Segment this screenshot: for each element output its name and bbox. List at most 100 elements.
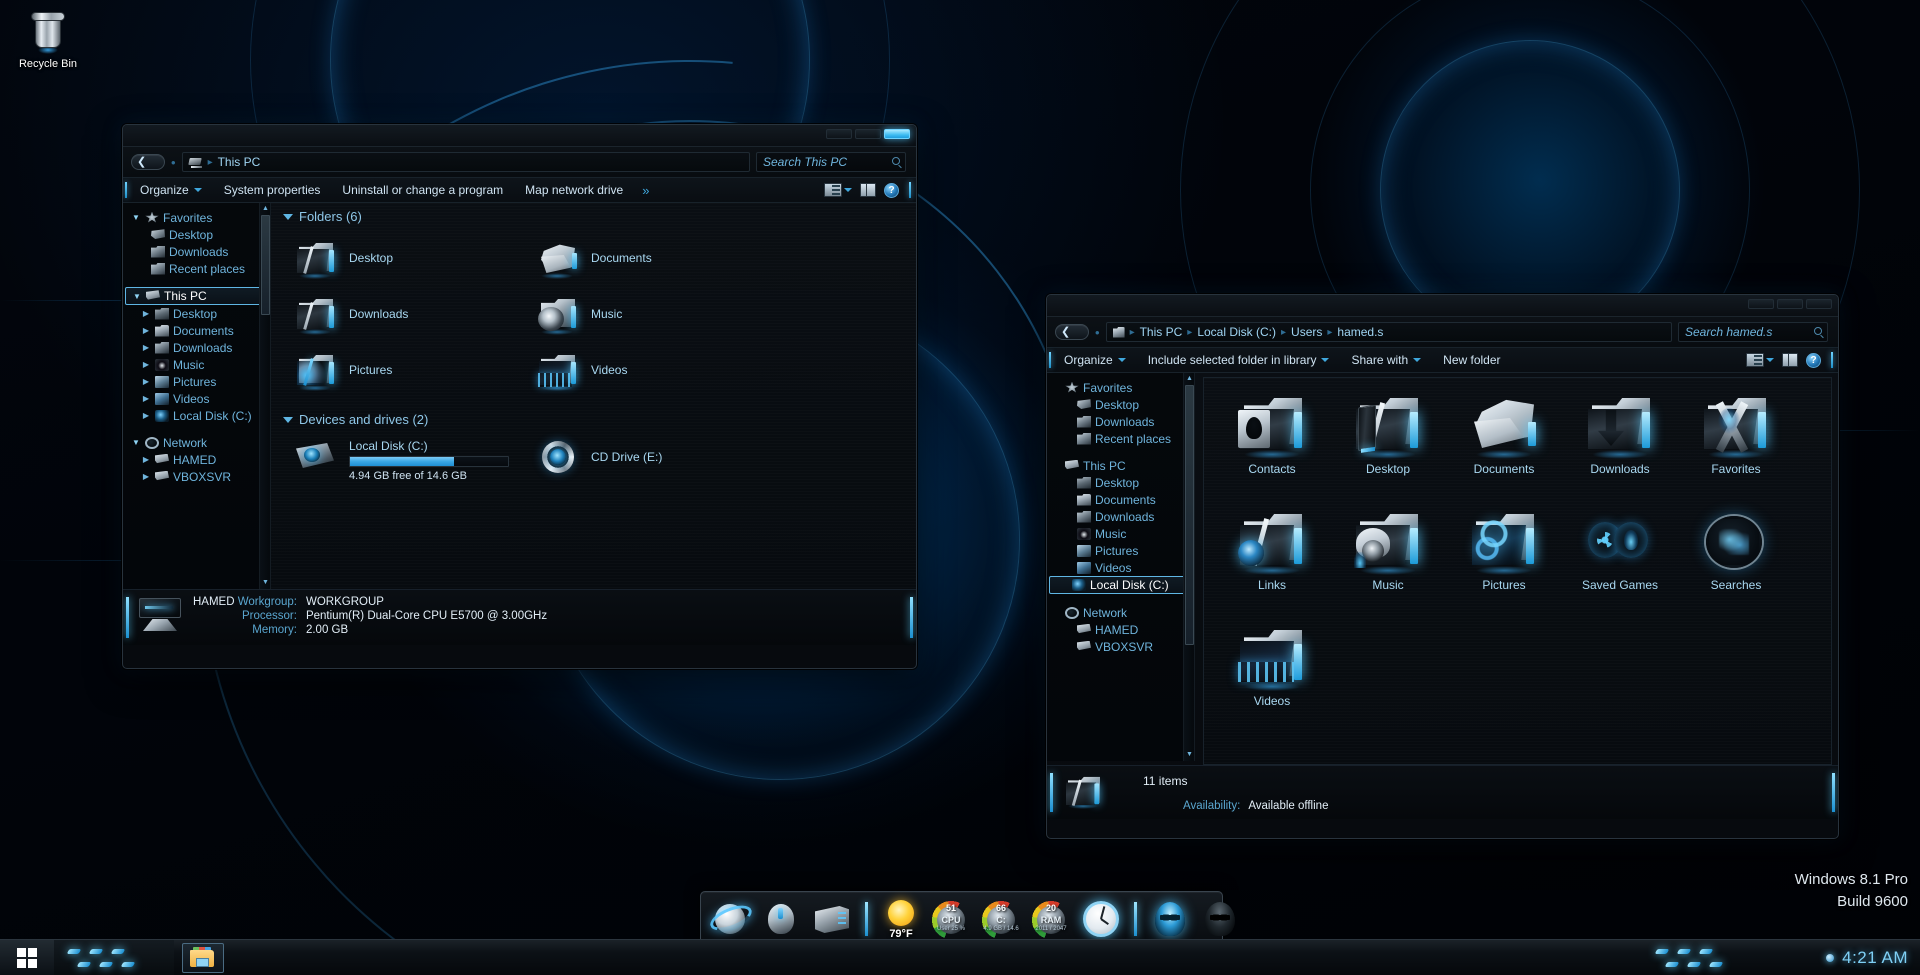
nav-item-desktop[interactable]: ▶ Desktop xyxy=(123,305,270,322)
nav-item-fav-desktop[interactable]: Desktop xyxy=(123,226,270,243)
item-contacts[interactable]: Contacts xyxy=(1214,388,1330,504)
nav-item-music[interactable]: Music xyxy=(1047,525,1194,542)
nav-item-downloads[interactable]: Downloads xyxy=(1047,508,1194,525)
preview-pane-icon[interactable] xyxy=(1782,353,1798,367)
nav-item-documents[interactable]: Documents xyxy=(1047,491,1194,508)
breadcrumb-item-this-pc[interactable]: This PC xyxy=(1140,325,1183,339)
chevron-down-icon[interactable] xyxy=(844,188,852,192)
breadcrumb-item[interactable]: This PC xyxy=(218,155,261,169)
folder-tile-videos[interactable]: Videos xyxy=(537,342,779,398)
item-documents[interactable]: Documents xyxy=(1446,388,1562,504)
nav-header-network[interactable]: Network xyxy=(1047,604,1194,621)
item-searches[interactable]: Searches xyxy=(1678,504,1794,620)
item-pictures[interactable]: Pictures xyxy=(1446,504,1562,620)
dock-widget-ram-gauge[interactable]: 20 RAM 2011 / 2047 xyxy=(1028,896,1074,942)
breadcrumb-item-users[interactable]: Users xyxy=(1291,325,1322,339)
nav-item-hamed[interactable]: HAMED xyxy=(1047,621,1194,638)
nav-item-fav-downloads[interactable]: Downloads xyxy=(123,243,270,260)
folder-tile-pictures[interactable]: Pictures xyxy=(295,342,537,398)
chevron-down-icon[interactable] xyxy=(1766,358,1774,362)
nav-header-favorites[interactable]: ▼ Favorites xyxy=(123,209,270,226)
new-folder-button[interactable]: New folder xyxy=(1432,348,1511,372)
dock-item-mouse[interactable] xyxy=(759,896,805,942)
dock-item-orbit[interactable] xyxy=(706,896,756,942)
item-videos[interactable]: Videos xyxy=(1214,620,1330,736)
chevron-right-icon[interactable]: ▶ xyxy=(141,411,151,420)
explorer-window-this-pc[interactable]: • ▸ This PC Search This PC Organize Syst… xyxy=(122,124,917,669)
close-button[interactable] xyxy=(884,129,910,139)
nav-header-favorites[interactable]: Favorites xyxy=(1047,379,1194,396)
share-with-button[interactable]: Share with xyxy=(1340,348,1432,372)
navigation-pane-hamed-s[interactable]: Favorites Desktop Downloads Recent place… xyxy=(1047,373,1195,761)
chevron-right-icon[interactable]: ▶ xyxy=(141,455,151,464)
scroll-up-arrow-icon[interactable]: ▲ xyxy=(261,204,270,214)
nav-header-network[interactable]: ▼ Network xyxy=(123,434,270,451)
organize-button[interactable]: Organize xyxy=(1053,348,1137,372)
breadcrumb-item-local-disk[interactable]: Local Disk (C:) xyxy=(1197,325,1276,339)
titlebar-this-pc[interactable] xyxy=(123,125,916,147)
nav-item-desktop[interactable]: Desktop xyxy=(1047,474,1194,491)
nav-item-videos[interactable]: Videos xyxy=(1047,559,1194,576)
item-links[interactable]: Links xyxy=(1214,504,1330,620)
nav-header-this-pc[interactable]: This PC xyxy=(1047,457,1194,474)
view-options-icon[interactable] xyxy=(1746,353,1764,367)
dock-item-drives[interactable] xyxy=(809,896,855,942)
dock-widget-cpu-gauge[interactable]: 51 CPU User 25 % xyxy=(928,896,974,942)
nav-item-local-disk-c[interactable]: ▶ Local Disk (C:) xyxy=(123,407,270,424)
item-downloads[interactable]: Downloads xyxy=(1562,388,1678,504)
help-icon[interactable]: ? xyxy=(1806,352,1821,368)
dock-item-alienware-dark[interactable] xyxy=(1197,896,1243,942)
collapse-triangle-icon[interactable] xyxy=(283,416,293,423)
chevron-right-icon[interactable]: ▶ xyxy=(141,326,151,335)
uninstall-program-button[interactable]: Uninstall or change a program xyxy=(331,178,514,202)
address-bar-this-pc[interactable]: ▸ This PC xyxy=(181,152,750,172)
nav-item-fav-downloads[interactable]: Downloads xyxy=(1047,413,1194,430)
chevron-right-icon[interactable]: ▶ xyxy=(141,377,151,386)
item-music[interactable]: Music xyxy=(1330,504,1446,620)
nav-item-vboxsvr[interactable]: VBOXSVR xyxy=(1047,638,1194,655)
scroll-down-arrow-icon[interactable]: ▼ xyxy=(1185,750,1194,760)
nav-pane-scrollbar[interactable]: ▲ ▼ xyxy=(1183,373,1194,761)
chevron-right-icon[interactable]: ▶ xyxy=(141,472,151,481)
item-saved-games[interactable]: Saved Games xyxy=(1562,504,1678,620)
dock-item-alienware-blue[interactable] xyxy=(1147,896,1193,942)
dock-widget-clock[interactable] xyxy=(1078,896,1124,942)
back-button[interactable] xyxy=(131,154,165,171)
address-bar-hamed-s[interactable]: ▸ This PC ▸ Local Disk (C:) ▸ Users ▸ ha… xyxy=(1105,322,1672,342)
close-button[interactable] xyxy=(1806,299,1832,309)
explorer-window-hamed-s[interactable]: • ▸ This PC ▸ Local Disk (C:) ▸ Users ▸ … xyxy=(1046,294,1839,839)
chevron-right-icon[interactable]: ▶ xyxy=(141,360,151,369)
scroll-down-arrow-icon[interactable]: ▼ xyxy=(261,578,270,588)
dock-widget-weather[interactable]: 79°F xyxy=(878,895,924,942)
folder-tile-music[interactable]: Music xyxy=(537,286,779,342)
map-network-drive-button[interactable]: Map network drive xyxy=(514,178,634,202)
nav-pane-scrollbar[interactable]: ▲ ▼ xyxy=(259,203,270,589)
scroll-up-arrow-icon[interactable]: ▲ xyxy=(1185,374,1194,384)
nav-item-music[interactable]: ▶ Music xyxy=(123,356,270,373)
tray-indicator-icon[interactable] xyxy=(1826,953,1835,962)
help-icon[interactable]: ? xyxy=(884,182,899,198)
dock-widget-disk-gauge[interactable]: 66 C: 4.9 GB / 14.6 xyxy=(978,896,1024,942)
back-button[interactable] xyxy=(1055,324,1089,341)
nav-item-local-disk-c[interactable]: Local Disk (C:) xyxy=(1049,576,1188,594)
nav-item-videos[interactable]: ▶ Videos xyxy=(123,390,270,407)
nav-item-vboxsvr[interactable]: ▶ VBOXSVR xyxy=(123,468,270,485)
scrollbar-thumb[interactable] xyxy=(1185,385,1194,645)
search-box-hamed-s[interactable]: Search hamed.s xyxy=(1678,322,1828,342)
view-options-icon[interactable] xyxy=(824,183,842,197)
chevron-down-icon[interactable]: ▼ xyxy=(132,292,142,301)
titlebar-hamed-s[interactable] xyxy=(1047,295,1838,317)
folders-group-header[interactable]: Folders (6) xyxy=(271,203,916,228)
desktop-icon-recycle-bin[interactable]: Recycle Bin xyxy=(6,8,90,71)
taskbar-clock[interactable]: 4:21 AM xyxy=(1842,948,1908,968)
folder-tile-documents[interactable]: Documents xyxy=(537,230,779,286)
taskbar-button-file-explorer[interactable] xyxy=(182,942,224,973)
nav-item-pictures[interactable]: ▶ Pictures xyxy=(123,373,270,390)
maximize-button[interactable] xyxy=(855,129,881,139)
collapse-triangle-icon[interactable] xyxy=(283,213,293,220)
maximize-button[interactable] xyxy=(1777,299,1803,309)
organize-button[interactable]: Organize xyxy=(129,178,213,202)
minimize-button[interactable] xyxy=(1748,299,1774,309)
chevron-right-icon[interactable]: ▶ xyxy=(141,394,151,403)
content-pane-this-pc[interactable]: Folders (6) Desktop Documents Downloads … xyxy=(271,203,916,589)
